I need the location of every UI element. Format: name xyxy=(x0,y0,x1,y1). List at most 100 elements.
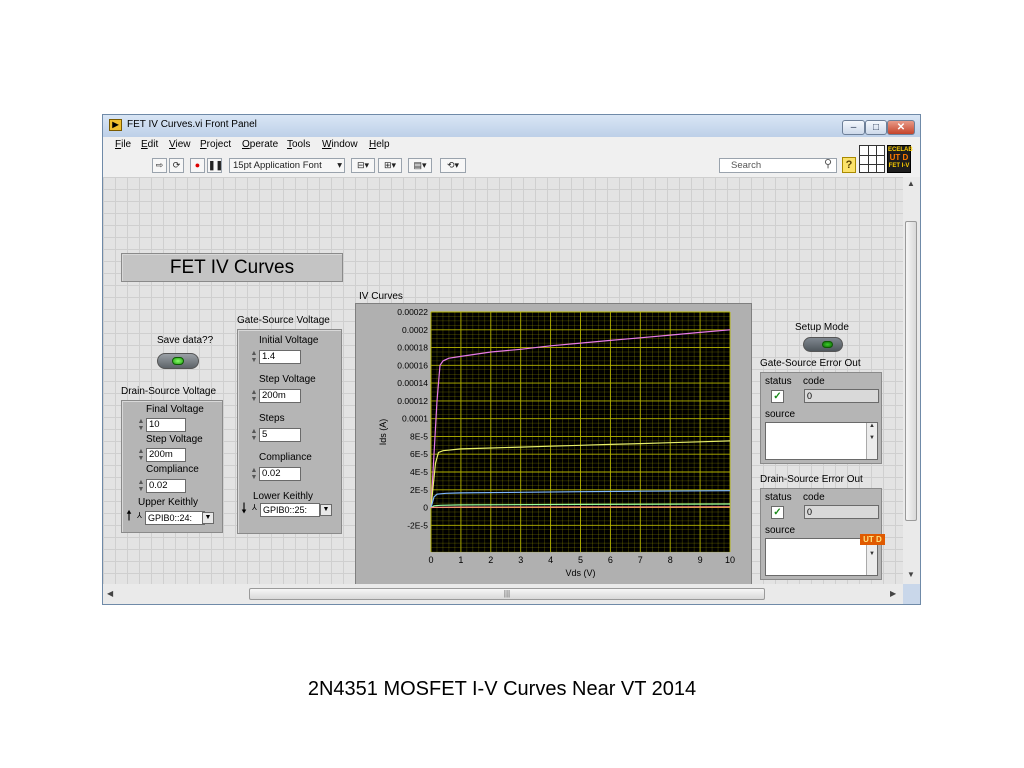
scroll-down-icon[interactable]: ▼ xyxy=(907,570,915,579)
increment-arrows-icon[interactable]: ▲ ▼ xyxy=(250,389,258,403)
menu-project[interactable]: Project xyxy=(200,139,231,150)
y-tick-label: 0 xyxy=(423,503,428,513)
increment-arrows-icon[interactable]: ▲ ▼ xyxy=(250,428,258,442)
minimize-button[interactable]: – xyxy=(842,120,865,135)
increment-arrows-icon[interactable]: ▲ ▼ xyxy=(137,479,145,493)
horizontal-scroll-thumb[interactable]: ||| xyxy=(249,588,765,600)
gs-code-value: 0 xyxy=(804,389,879,403)
gs-step-label: Step Voltage xyxy=(259,374,316,385)
menu-window[interactable]: Window xyxy=(322,139,358,150)
scroll-right-icon[interactable]: ▶ xyxy=(890,589,896,598)
increment-arrows-icon[interactable]: ▲ ▼ xyxy=(250,467,258,481)
ds-final-voltage-input[interactable]: 10 xyxy=(146,418,186,432)
distribute-objects-icon[interactable]: ⊞▾ xyxy=(378,158,402,173)
font-select[interactable]: 15pt Application Font ▾ xyxy=(229,158,345,173)
graph-title: IV Curves xyxy=(359,291,403,302)
y-tick-label: -2E-5 xyxy=(407,520,428,530)
gate-source-label: Gate-Source Voltage xyxy=(237,315,330,326)
title-bar[interactable]: ▶ FET IV Curves.vi Front Panel – □ ✕ xyxy=(103,115,920,137)
ds-step-label: Step Voltage xyxy=(146,434,203,445)
dropdown-arrow-icon[interactable]: ▼ xyxy=(202,512,214,524)
window-title: FET IV Curves.vi Front Panel xyxy=(127,119,257,130)
y-tick-label: 4E-5 xyxy=(410,467,428,477)
y-tick-label: 0.00018 xyxy=(397,343,428,353)
y-axis-label: Ids (A) xyxy=(378,419,388,446)
y-tick-label: 2E-5 xyxy=(410,485,428,495)
y-tick-label: 0.00012 xyxy=(397,396,428,406)
run-continuously-icon[interactable]: ⟳ xyxy=(169,158,184,173)
x-tick-label: 10 xyxy=(725,555,735,565)
connector-pane-icon[interactable] xyxy=(859,145,885,173)
align-objects-icon[interactable]: ⊟▾ xyxy=(351,158,375,173)
menu-view[interactable]: View xyxy=(169,139,191,150)
y-tick-label: 0.0002 xyxy=(402,325,428,335)
arrow-up-icon: 🠕 xyxy=(126,507,133,523)
menu-tools[interactable]: Tools xyxy=(287,139,310,150)
led-indicator xyxy=(822,341,833,348)
gs-status-label: status xyxy=(765,376,792,387)
gs-initial-voltage-input[interactable]: 1.4 xyxy=(259,350,301,364)
pause-icon[interactable]: ❚❚ xyxy=(207,158,223,173)
resize-objects-icon[interactable]: ▤▾ xyxy=(408,158,432,173)
iv-curves-plot: 0 1 2 3 4 5 6 7 8 9 10 0.00022 0.0002 0.00018 0.00016 0… xyxy=(378,307,735,578)
upper-keithley-resource[interactable]: GPIB0::24: xyxy=(145,511,205,525)
y-tick-label: 8E-5 xyxy=(410,431,428,441)
increment-arrows-icon[interactable]: ▲ ▼ xyxy=(137,448,145,462)
context-help-button[interactable]: ? xyxy=(842,157,856,173)
increment-arrows-icon[interactable]: ▲ ▼ xyxy=(137,418,145,432)
gate-source-cluster: Initial Voltage ▲ ▼ 1.4 Step Voltage ▲ ▼ 2… xyxy=(237,329,342,534)
close-button[interactable]: ✕ xyxy=(887,120,915,135)
gs-source-label: source xyxy=(765,409,796,420)
gs-steps-input[interactable]: 5 xyxy=(259,428,301,442)
save-data-button[interactable] xyxy=(157,353,199,369)
maximize-button[interactable]: □ xyxy=(865,120,887,135)
y-tick-label: 0.0001 xyxy=(402,414,428,424)
menu-help[interactable]: Help xyxy=(369,139,390,150)
led-indicator xyxy=(172,357,184,365)
gs-step-voltage-input[interactable]: 200m xyxy=(259,389,301,403)
ds-source-label: source xyxy=(765,525,796,536)
gs-source-text[interactable]: ▲ ▼ xyxy=(765,422,878,460)
scroll-left-icon[interactable]: ◀ xyxy=(107,589,113,598)
dropdown-arrow-icon[interactable]: ▼ xyxy=(320,504,332,516)
y-tick-label: 0.00014 xyxy=(397,378,428,388)
front-panel-window: ▶ FET IV Curves.vi Front Panel – □ ✕ Fil… xyxy=(102,114,921,605)
menu-file[interactable]: File xyxy=(115,139,131,150)
vi-icon-line-2: UT D xyxy=(889,153,909,162)
ds-status-label: status xyxy=(765,492,792,503)
labview-run-icon: ▶ xyxy=(109,119,122,131)
checkmark-icon: ✓ xyxy=(771,506,784,519)
vertical-scrollbar[interactable]: ▲ ▼ xyxy=(903,177,920,584)
gs-compliance-input[interactable]: 0.02 xyxy=(259,467,301,481)
menu-edit[interactable]: Edit xyxy=(141,139,158,150)
setup-mode-button[interactable] xyxy=(803,337,843,352)
gs-error-label: Gate-Source Error Out xyxy=(760,358,861,369)
lower-keithley-label: Lower Keithly xyxy=(253,491,314,502)
utd-logo: UT D xyxy=(860,534,885,545)
abort-icon[interactable]: ● xyxy=(190,158,205,173)
menu-operate[interactable]: Operate xyxy=(242,139,278,150)
x-tick-label: 4 xyxy=(548,555,553,565)
run-arrow-icon[interactable]: ⇨ xyxy=(152,158,167,173)
checkmark-icon: ✓ xyxy=(771,390,784,403)
toolbar: ⇨ ⟳ ● ❚❚ 15pt Application Font ▾ ⊟▾ ⊞▾ ▤… xyxy=(103,145,920,178)
upper-keithley-label: Upper Keithly xyxy=(138,497,199,508)
scrollbar[interactable]: ▲▼ xyxy=(866,423,877,459)
horizontal-scrollbar[interactable]: ◀ ||| ▶ xyxy=(103,584,903,604)
ds-code-value: 0 xyxy=(804,505,879,519)
increment-arrows-icon[interactable]: ▲ ▼ xyxy=(250,350,258,364)
vertical-scroll-thumb[interactable] xyxy=(905,221,917,521)
menu-bar: File Edit View Project Operate Tools Win… xyxy=(103,137,920,154)
vi-icon[interactable]: ECELAB UT D FET I-V xyxy=(887,145,913,173)
scroll-up-icon[interactable]: ▲ xyxy=(907,179,915,188)
iv-curves-graph[interactable]: 0 1 2 3 4 5 6 7 8 9 10 0.00022 0.0002 0.00018 0.00016 0… xyxy=(355,303,752,584)
lower-keithley-resource[interactable]: GPIB0::25: xyxy=(260,503,320,517)
panel-title: FET IV Curves xyxy=(121,253,343,282)
front-panel: FET IV Curves Save data?? Drain-Source V… xyxy=(103,177,903,584)
ds-step-voltage-input[interactable]: 200m xyxy=(146,448,186,462)
search-input[interactable]: Search ⚲ xyxy=(719,158,837,173)
ds-compliance-input[interactable]: 0.02 xyxy=(146,479,186,493)
x-tick-label: 6 xyxy=(608,555,613,565)
reorder-icon[interactable]: ⟲▾ xyxy=(440,158,466,173)
x-axis-label: Vds (V) xyxy=(565,568,595,578)
